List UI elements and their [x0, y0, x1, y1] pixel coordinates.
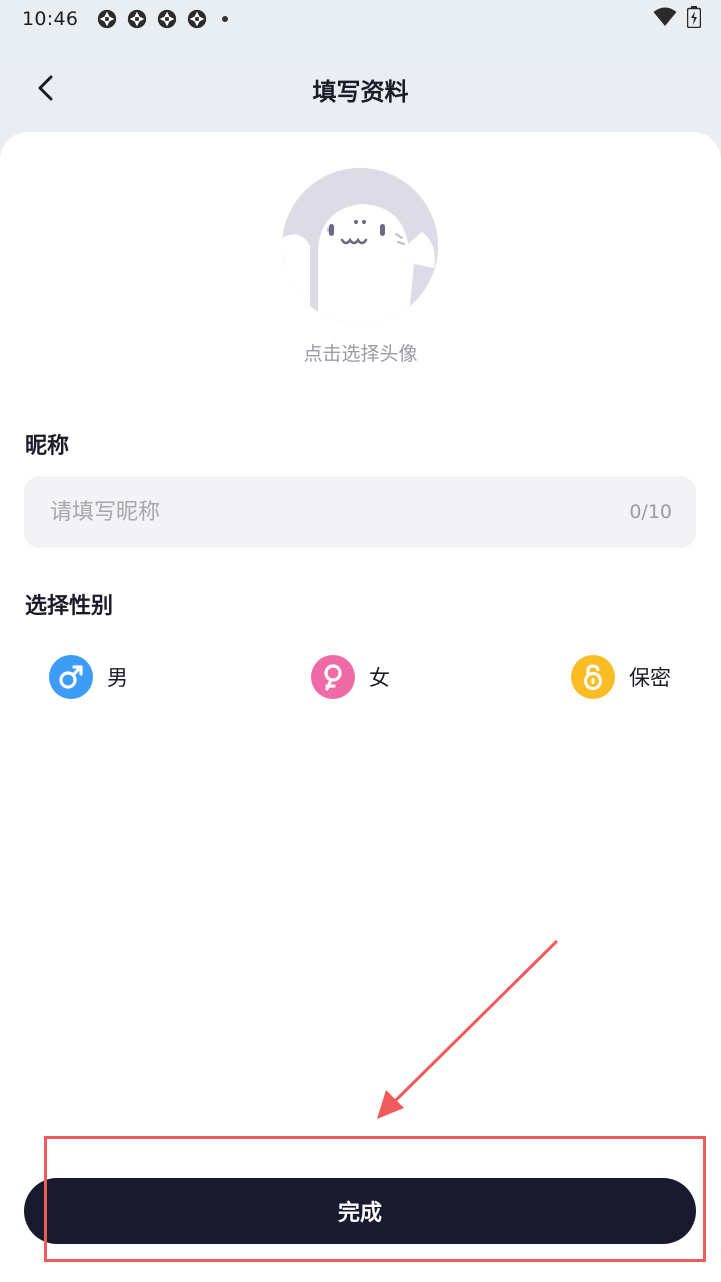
gender-label: 选择性别 [25, 594, 114, 619]
gender-label-secret: 保密 [629, 666, 671, 690]
avatar-hint[interactable]: 点击选择头像 [0, 339, 721, 366]
default-avatar-icon [282, 168, 438, 324]
bottom-strip [0, 1268, 721, 1282]
nickname-label: 昵称 [25, 434, 70, 459]
nickname-field[interactable]: 0/10 [24, 476, 696, 548]
screen: 10:46 填写资料 点击选择头像 昵称 请填写昵称 0/10 选择性别 男 女… [0, 0, 721, 1282]
avatar-picker[interactable] [282, 168, 438, 324]
aperture-icon [98, 9, 117, 29]
female-icon [311, 655, 355, 699]
status-right [653, 6, 701, 28]
battery-icon [687, 6, 701, 28]
gender-label-male: 男 [107, 666, 128, 690]
status-time: 10:46 [22, 8, 79, 30]
done-button[interactable]: 完成 [24, 1178, 696, 1244]
aperture-icon [188, 9, 207, 29]
nickname-counter: 0/10 [629, 501, 672, 523]
lock-icon [571, 655, 615, 699]
gender-label-female: 女 [369, 666, 390, 690]
more-notifications-dot [222, 16, 229, 22]
profile-form-card: 点击选择头像 昵称 0/10 选择性别 男 女 保密 完成 [0, 132, 721, 1282]
notification-icons [96, 8, 229, 30]
gender-option-female[interactable]: 女 [311, 654, 390, 700]
gender-option-male[interactable]: 男 [49, 654, 128, 700]
wifi-icon [653, 7, 677, 26]
male-icon [49, 655, 93, 699]
gender-option-secret[interactable]: 保密 [571, 654, 671, 700]
page-title: 填写资料 [312, 78, 409, 106]
nickname-input[interactable] [50, 499, 630, 525]
aperture-icon [128, 9, 147, 29]
aperture-icon [158, 9, 177, 29]
status-bar: 10:46 [0, 0, 721, 38]
header: 填写资料 [0, 60, 721, 116]
